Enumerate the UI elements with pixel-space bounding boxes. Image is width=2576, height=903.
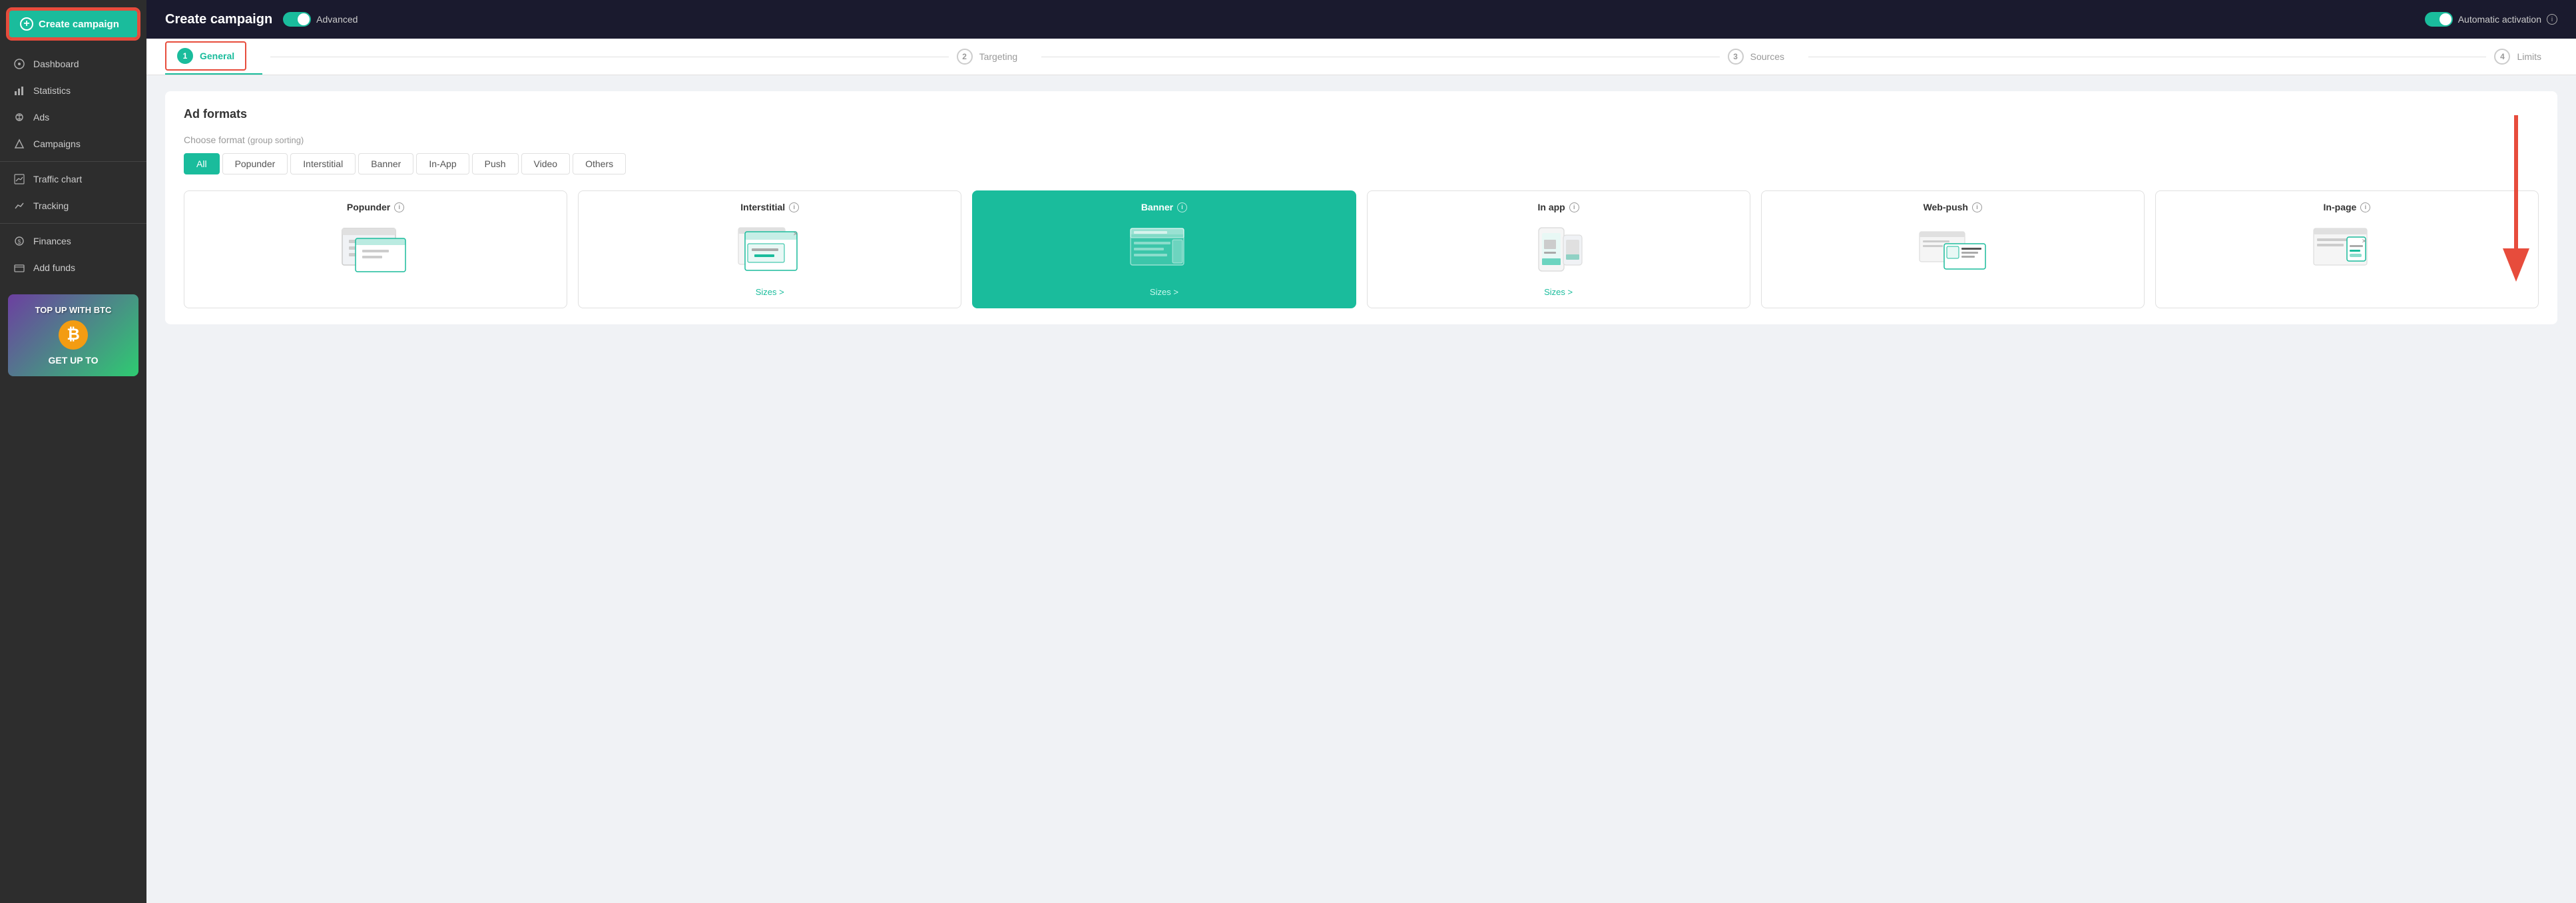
ad-cards-grid: Popunder i — [184, 190, 2539, 308]
sidebar-item-tracking[interactable]: Tracking — [0, 192, 146, 219]
inapp-info-icon[interactable]: i — [1569, 202, 1579, 212]
auto-activation-label: Automatic activation — [2458, 14, 2541, 25]
auto-toggle-thumb — [2440, 13, 2451, 25]
svg-text:✕: ✕ — [2362, 238, 2367, 244]
campaigns-icon — [13, 138, 25, 150]
ad-card-webpush[interactable]: Web-push i — [1761, 190, 2145, 308]
step-3-sources[interactable]: 3 Sources — [1728, 39, 1800, 75]
inapp-image — [1519, 223, 1599, 276]
step-1-general[interactable]: 1 General — [165, 39, 262, 75]
svg-text:✕: ✕ — [793, 230, 798, 237]
btc-icon: ₿ — [59, 320, 88, 350]
sidebar-item-traffic-chart[interactable]: Traffic chart — [0, 166, 146, 192]
promo-block[interactable]: TOP UP WITH BTC ₿ GET UP TO — [8, 294, 138, 376]
step-connector-2-3 — [1033, 39, 1727, 75]
toggle-thumb — [298, 13, 310, 25]
ad-card-inpage[interactable]: In-page i ✕ — [2155, 190, 2539, 308]
sidebar-item-statistics[interactable]: Statistics — [0, 77, 146, 104]
webpush-info-icon[interactable]: i — [1972, 202, 1982, 212]
svg-text:$: $ — [17, 238, 21, 245]
filter-tab-others[interactable]: Others — [573, 153, 626, 174]
tracking-icon — [13, 200, 25, 212]
step-4-limits[interactable]: 4 Limits — [2494, 39, 2557, 75]
filter-tab-video[interactable]: Video — [521, 153, 571, 174]
header-right: Automatic activation i — [2425, 12, 2557, 27]
step-3-number: 3 — [1728, 49, 1744, 65]
step-1-number: 1 — [177, 48, 193, 64]
filter-tab-push[interactable]: Push — [472, 153, 519, 174]
banner-info-icon[interactable]: i — [1177, 202, 1187, 212]
page-title: Create campaign — [165, 12, 272, 27]
sidebar-item-campaigns[interactable]: Campaigns — [0, 131, 146, 157]
ad-card-inapp[interactable]: In app i — [1367, 190, 1750, 308]
sidebar-item-finances[interactable]: $ Finances — [0, 228, 146, 254]
filter-tab-interstitial[interactable]: Interstitial — [290, 153, 356, 174]
step-2-targeting[interactable]: 2 Targeting — [957, 39, 1034, 75]
sidebar: + Create campaign Dashboard Stat — [0, 0, 146, 903]
toggle-track — [283, 12, 311, 27]
step-1-box: 1 General — [165, 41, 246, 71]
auto-activation-toggle[interactable]: Automatic activation i — [2425, 12, 2557, 27]
statistics-icon — [13, 85, 25, 97]
choose-format-label: Choose format (group sorting) — [184, 135, 2539, 145]
main-content: Create campaign Advanced Automatic activ… — [146, 0, 2576, 903]
webpush-image — [1913, 223, 1993, 276]
ad-formats-title: Ad formats — [184, 107, 2539, 121]
step-4-label: Limits — [2517, 51, 2541, 62]
popunder-image — [336, 223, 415, 276]
step-1-label: General — [200, 51, 234, 61]
header-left: Create campaign Advanced — [165, 12, 358, 27]
red-arrow-indicator — [2496, 115, 2536, 292]
filter-tab-inapp[interactable]: In-App — [416, 153, 469, 174]
traffic-chart-icon — [13, 173, 25, 185]
ads-icon — [13, 111, 25, 123]
auto-toggle-track — [2425, 12, 2453, 27]
interstitial-image: ✕ — [730, 223, 810, 276]
inpage-info-icon[interactable]: i — [2360, 202, 2370, 212]
step-2-label: Targeting — [979, 51, 1018, 62]
filter-tab-all[interactable]: All — [184, 153, 220, 174]
filter-tab-popunder[interactable]: Popunder — [222, 153, 288, 174]
step-3-label: Sources — [1750, 51, 1784, 62]
filter-tab-banner[interactable]: Banner — [358, 153, 413, 174]
ad-card-popunder[interactable]: Popunder i — [184, 190, 567, 308]
sidebar-item-add-funds[interactable]: Add funds — [0, 254, 146, 281]
top-header: Create campaign Advanced Automatic activ… — [146, 0, 2576, 39]
popunder-info-icon[interactable]: i — [394, 202, 404, 212]
steps-bar: 1 General 2 Targeting 3 Sources 4 Limits — [146, 39, 2576, 75]
finances-icon: $ — [13, 235, 25, 247]
advanced-label: Advanced — [316, 14, 358, 25]
auto-activation-info-icon[interactable]: i — [2547, 14, 2557, 25]
interstitial-sizes-link[interactable]: Sizes > — [756, 287, 784, 297]
step-4-number: 4 — [2494, 49, 2510, 65]
interstitial-info-icon[interactable]: i — [789, 202, 799, 212]
ad-card-interstitial[interactable]: Interstitial i ✕ — [578, 190, 961, 308]
step-connector-3-4 — [1800, 39, 2494, 75]
inapp-sizes-link[interactable]: Sizes > — [1544, 287, 1573, 297]
step-connector-1-2 — [262, 39, 956, 75]
step-2-number: 2 — [957, 49, 973, 65]
content-area: Ad formats Choose format (group sorting)… — [146, 75, 2576, 903]
ad-card-banner[interactable]: Banner i — [972, 190, 1356, 308]
inpage-image: ✕ — [2307, 223, 2387, 276]
advanced-toggle[interactable]: Advanced — [283, 12, 358, 27]
banner-image — [1124, 223, 1204, 276]
dashboard-icon — [13, 58, 25, 70]
plus-circle-icon: + — [20, 17, 33, 31]
sidebar-item-dashboard[interactable]: Dashboard — [0, 51, 146, 77]
banner-sizes-link[interactable]: Sizes > — [1150, 287, 1178, 297]
promo-line2: GET UP TO — [19, 355, 128, 366]
sidebar-item-ads[interactable]: Ads — [0, 104, 146, 131]
promo-line1: TOP UP WITH BTC — [19, 305, 128, 315]
format-tabs: All Popunder Interstitial Banner In-App … — [184, 153, 2539, 174]
sidebar-nav: Dashboard Statistics — [0, 48, 146, 284]
add-funds-icon — [13, 262, 25, 274]
create-campaign-button[interactable]: + Create campaign — [8, 9, 138, 39]
ad-formats-card: Ad formats Choose format (group sorting)… — [165, 91, 2557, 324]
